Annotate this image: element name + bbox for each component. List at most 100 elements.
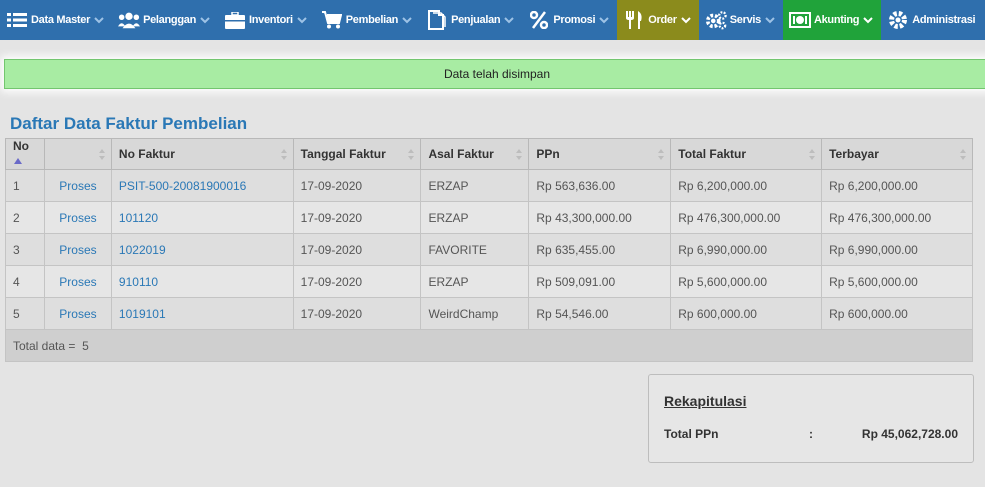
- cell-tanggal: 17-09-2020: [292, 265, 422, 298]
- nav-order[interactable]: Order: [617, 0, 699, 40]
- col-asal-faktur[interactable]: Asal Faktur: [420, 138, 530, 170]
- cell-ppn: Rp 563,636.00: [528, 169, 672, 202]
- nav-pembelian[interactable]: Pembelian: [315, 0, 420, 40]
- cell-no: 1: [5, 169, 45, 202]
- col-no[interactable]: No: [5, 138, 45, 170]
- no-faktur-link[interactable]: 1019101: [110, 297, 294, 330]
- col-terbayar[interactable]: Terbayar: [821, 138, 973, 170]
- nav-servis[interactable]: Servis: [699, 0, 783, 40]
- cell-tanggal: 17-09-2020: [292, 297, 422, 330]
- cell-total: Rp 600,000.00: [670, 297, 823, 330]
- chevron-down-icon: [297, 16, 307, 24]
- nav-label: Pelanggan: [143, 14, 196, 26]
- cell-terbayar: Rp 5,600,000.00: [821, 265, 973, 298]
- chevron-down-icon: [94, 16, 104, 24]
- proses-link[interactable]: Proses: [43, 169, 112, 202]
- cell-terbayar: Rp 6,990,000.00: [821, 233, 973, 266]
- page-title: Daftar Data Faktur Pembelian: [10, 114, 248, 133]
- cell-asal: FAVORITE: [420, 233, 530, 266]
- chevron-down-icon: [200, 16, 210, 24]
- nav-pelanggan[interactable]: Pelanggan: [112, 0, 218, 40]
- cell-tanggal: 17-09-2020: [292, 201, 422, 234]
- sort-asc-icon: [14, 153, 22, 167]
- total-ppn-colon: :: [809, 427, 813, 441]
- table-row: 3 Proses 1022019 17-09-2020 FAVORITE Rp …: [5, 233, 973, 266]
- cell-no: 2: [5, 201, 45, 234]
- cell-no: 5: [5, 297, 45, 330]
- cell-no: 3: [5, 233, 45, 266]
- sort-icon: [280, 149, 287, 160]
- cell-terbayar: Rp 6,200,000.00: [821, 169, 973, 202]
- total-ppn-value: Rp 45,062,728.00: [861, 427, 958, 441]
- no-faktur-link[interactable]: 1022019: [110, 233, 294, 266]
- chevron-down-icon: [765, 16, 775, 24]
- document-icon: [426, 9, 448, 31]
- cell-total: Rp 476,300,000.00: [670, 201, 823, 234]
- chevron-down-icon: [504, 16, 515, 24]
- sort-icon: [809, 149, 816, 160]
- nav-akunting[interactable]: Akunting: [782, 0, 882, 40]
- sort-icon: [408, 149, 415, 160]
- nav-label: Penjualan: [451, 14, 501, 26]
- nav-label: Promosi: [553, 14, 596, 26]
- col-total-faktur[interactable]: Total Faktur: [670, 138, 823, 170]
- cell-tanggal: 17-09-2020: [292, 169, 422, 202]
- rekapitulasi-panel: Rekapitulasi Total PPn : Rp 45,062,728.0…: [648, 374, 974, 463]
- sort-icon: [98, 149, 105, 160]
- sort-icon: [658, 149, 665, 160]
- proses-link[interactable]: Proses: [43, 265, 112, 298]
- total-ppn-label: Total PPn: [664, 427, 719, 441]
- nav-label: Inventori: [249, 14, 293, 26]
- proses-link[interactable]: Proses: [43, 297, 112, 330]
- cell-ppn: Rp 635,455.00: [528, 233, 672, 266]
- top-navigation: Data Master Pelanggan Inventori Pembelia…: [0, 0, 985, 40]
- cell-tanggal: 17-09-2020: [292, 233, 422, 266]
- no-faktur-link[interactable]: 101120: [110, 201, 294, 234]
- no-faktur-link[interactable]: 910110: [110, 265, 294, 298]
- cell-terbayar: Rp 600,000.00: [821, 297, 973, 330]
- total-data-cell: Total data = 5: [5, 329, 973, 362]
- nav-label: Akunting: [813, 14, 860, 26]
- total-data-label: Total data =: [13, 338, 76, 353]
- nav-inventori[interactable]: Inventori: [218, 0, 315, 40]
- cell-ppn: Rp 43,300,000.00: [528, 201, 672, 234]
- cell-asal: WeirdChamp: [420, 297, 530, 330]
- list-icon: [6, 9, 28, 31]
- cell-asal: ERZAP: [420, 201, 530, 234]
- cell-terbayar: Rp 476,300,000.00: [821, 201, 973, 234]
- table-footer-row: Total data = 5: [5, 329, 973, 362]
- col-tanggal-faktur[interactable]: Tanggal Faktur: [292, 138, 422, 170]
- gear-icon: [887, 9, 909, 31]
- sort-icon: [516, 149, 523, 160]
- col-aksi[interactable]: [43, 138, 112, 170]
- no-faktur-link[interactable]: PSIT-500-20081900016: [110, 169, 294, 202]
- cell-total: Rp 6,990,000.00: [670, 233, 823, 266]
- briefcase-icon: [224, 9, 246, 31]
- col-ppn[interactable]: PPn: [528, 138, 672, 170]
- cell-asal: ERZAP: [420, 169, 530, 202]
- cart-icon: [321, 9, 343, 31]
- users-icon: [118, 9, 141, 31]
- nav-administrasi[interactable]: Administrasi: [881, 0, 983, 40]
- cell-total: Rp 5,600,000.00: [670, 265, 823, 298]
- utensils-icon: [623, 9, 645, 31]
- gears-icon: [705, 9, 727, 31]
- faktur-table: No No Faktur Tanggal Faktur Asal Faktur …: [5, 138, 973, 362]
- nav-data-master[interactable]: Data Master: [0, 0, 112, 40]
- chevron-down-icon: [599, 16, 609, 24]
- table-row: 5 Proses 1019101 17-09-2020 WeirdChamp R…: [5, 297, 973, 330]
- nav-label: Servis: [729, 14, 762, 26]
- nav-label: Order: [648, 14, 677, 26]
- cell-total: Rp 6,200,000.00: [670, 169, 823, 202]
- proses-link[interactable]: Proses: [43, 201, 112, 234]
- nav-penjualan[interactable]: Penjualan: [420, 0, 522, 40]
- percent-icon: [528, 9, 550, 31]
- cell-ppn: Rp 54,546.00: [528, 297, 672, 330]
- total-data-count: 5: [82, 338, 89, 353]
- nav-promosi[interactable]: Promosi: [522, 0, 617, 40]
- table-row: 4 Proses 910110 17-09-2020 ERZAP Rp 509,…: [5, 265, 973, 298]
- sort-icon: [960, 149, 966, 160]
- cell-asal: ERZAP: [420, 265, 530, 298]
- proses-link[interactable]: Proses: [43, 233, 112, 266]
- col-no-faktur[interactable]: No Faktur: [110, 138, 294, 170]
